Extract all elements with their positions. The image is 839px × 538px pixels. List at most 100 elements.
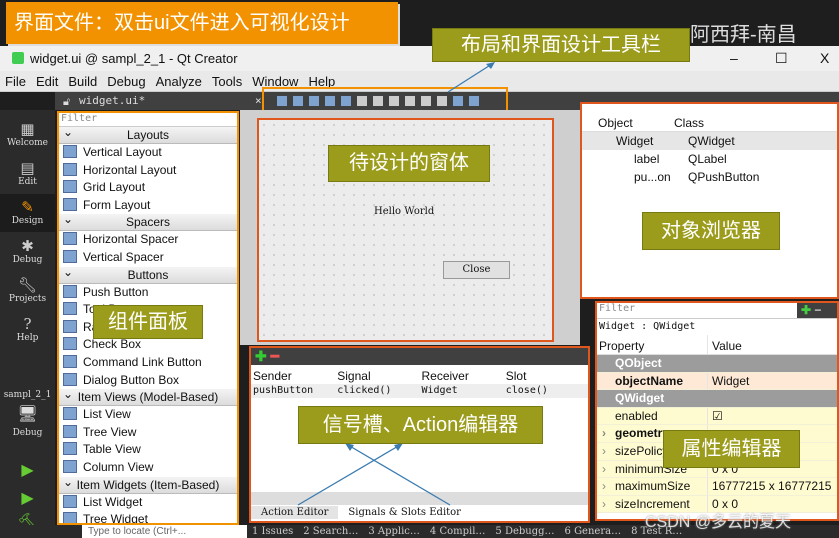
widget-icon — [63, 424, 77, 438]
grid-icon: ▦ — [20, 120, 35, 138]
widget-category-layouts[interactable]: Layouts — [59, 124, 237, 144]
expand-chevron-icon[interactable]: › — [602, 461, 606, 479]
output-pane-3-applic[interactable]: 3 Applic… — [368, 525, 420, 538]
object-row[interactable]: Widget QWidget — [582, 132, 837, 150]
widget-icon — [63, 249, 77, 263]
widget-label: Form Layout — [83, 197, 151, 212]
output-pane-5-debugg[interactable]: 5 Debugg… — [495, 525, 554, 538]
widget-icon — [63, 442, 77, 456]
sidebar-item-debug[interactable]: ✱ Debug — [0, 233, 55, 271]
output-pane-2-search[interactable]: 2 Search… — [303, 525, 358, 538]
property-group[interactable]: QObject — [597, 355, 837, 373]
expand-chevron-icon[interactable]: › — [602, 443, 606, 461]
widget-item-list-widget[interactable]: List Widget — [59, 494, 237, 512]
widget-label: List View — [83, 407, 131, 422]
kit-mode[interactable]: Debug — [0, 428, 55, 438]
annotation-toolbar: 布局和界面设计工具栏 — [432, 28, 690, 62]
annotation-banner: 界面文件：双击ui文件进入可视化设计 — [6, 2, 398, 44]
close-editor-button[interactable]: × — [255, 94, 262, 107]
widget-category-spacers[interactable]: Spacers — [59, 211, 237, 232]
connection-row[interactable]: pushButton clicked() Widget close() — [251, 384, 588, 398]
expand-chevron-icon[interactable]: › — [602, 425, 606, 443]
widget-item-push-button[interactable]: Push Button — [59, 284, 237, 302]
sidebar-item-help[interactable]: ? Help — [0, 311, 55, 349]
widget-item-dialog-button-box[interactable]: Dialog Button Box — [59, 372, 237, 390]
widget-label: Vertical Layout — [83, 145, 162, 159]
sidebar-item-projects[interactable]: 🔧︎ Projects — [0, 272, 55, 310]
property-name: objectName — [615, 373, 684, 388]
widget-item-tree-widget[interactable]: Tree Widget — [59, 511, 237, 523]
widget-item-horizontal-layout[interactable]: Horizontal Layout — [59, 162, 237, 180]
property-filter-input[interactable]: Filter — [597, 303, 797, 318]
output-pane-1-issues[interactable]: 1 Issues — [252, 525, 293, 538]
object-inspector: Object Class Widget QWidget label QLabel pu.… — [580, 102, 839, 299]
kit-project[interactable]: sampl_2_1 — [0, 390, 55, 400]
object-row[interactable]: label QLabel — [582, 150, 837, 168]
object-name: Widget — [616, 134, 654, 148]
widget-item-table-view[interactable]: Table View — [59, 441, 237, 459]
widget-icon — [63, 284, 77, 298]
widget-item-form-layout[interactable]: Form Layout — [59, 197, 237, 215]
widget-item-column-view[interactable]: Column View — [59, 459, 237, 477]
output-pane-6-genera[interactable]: 6 Genera… — [565, 525, 622, 538]
widget-item-command-link-button[interactable]: Command Link Button — [59, 354, 237, 372]
menu-debug[interactable]: Debug — [102, 71, 150, 92]
expand-chevron-icon[interactable]: › — [602, 496, 606, 514]
widget-item-vertical-spacer[interactable]: Vertical Spacer — [59, 249, 237, 267]
column-value: Value — [707, 335, 837, 354]
widget-item-horizontal-spacer[interactable]: Horizontal Spacer — [59, 231, 237, 249]
object-name: label — [634, 152, 660, 166]
property-group[interactable]: QWidget — [597, 390, 837, 408]
help-icon: ? — [23, 315, 32, 333]
property-value[interactable]: Widget — [707, 372, 837, 390]
property-row-maximumsize[interactable]: maximumSize › 16777215 x 16777215 — [597, 478, 837, 496]
mode-sidebar: ▦ Welcome ▤ Edit ✎ Design ✱ Debug 🔧︎ Projects? Hel… — [0, 110, 55, 531]
annotation-arrow — [447, 62, 495, 93]
sidebar-item-design[interactable]: ✎ Design — [0, 194, 55, 232]
property-value[interactable]: 16777215 x 16777215 — [707, 478, 837, 495]
widget-category-item-views-model-based[interactable]: Item Views (Model-Based) — [59, 386, 237, 407]
sidebar-label: Debug — [12, 255, 43, 265]
editor-tab-file[interactable]: widget.ui* — [79, 94, 145, 107]
close-button[interactable]: X — [820, 50, 829, 66]
property-row-enabled[interactable]: enabled ☑ — [597, 407, 837, 426]
annotation-object-inspector: 对象浏览器 — [642, 212, 780, 250]
menu-edit[interactable]: Edit — [31, 71, 63, 92]
menu-build[interactable]: Build — [63, 71, 102, 92]
expand-chevron-icon[interactable]: › — [602, 478, 606, 496]
sidebar-label: Design — [11, 216, 44, 226]
property-value[interactable]: ☑ — [707, 407, 837, 425]
property-row-objectname[interactable]: objectName Widget — [597, 372, 837, 391]
annotation-widget-box: 组件面板 — [93, 305, 203, 339]
menu-tools[interactable]: Tools — [207, 71, 247, 92]
widget-category-buttons[interactable]: Buttons — [59, 264, 237, 284]
menu-analyze[interactable]: Analyze — [151, 71, 207, 92]
widget-filter-input[interactable]: Filter — [59, 113, 237, 127]
minimize-button[interactable]: – — [730, 50, 738, 66]
add-connection-button[interactable]: ✚ — [255, 348, 267, 364]
close-push-button[interactable]: Close — [443, 261, 510, 279]
widget-item-grid-layout[interactable]: Grid Layout — [59, 179, 237, 197]
menu-file[interactable]: File — [0, 71, 31, 92]
widget-category-item-widgets-item-based[interactable]: Item Widgets (Item-Based) — [59, 474, 237, 494]
sidebar-label: Help — [16, 333, 39, 343]
widget-item-list-view[interactable]: List View — [59, 406, 237, 424]
widget-item-tree-view[interactable]: Tree View — [59, 424, 237, 442]
column-sender: Sender — [253, 369, 292, 383]
maximize-button[interactable]: ☐ — [775, 50, 788, 67]
hello-label[interactable]: Hello World — [374, 206, 434, 217]
run-button[interactable]: ▶ — [0, 460, 55, 479]
debug-run-button[interactable]: ▶ — [0, 488, 55, 507]
add-property-button[interactable]: ✚ − — [797, 303, 837, 318]
locator-input[interactable]: Type to locate (Ctrl+... — [82, 525, 247, 538]
property-name: maximumSize › — [597, 478, 707, 495]
monitor-icon[interactable]: 🖥︎ — [0, 404, 55, 423]
object-row[interactable]: pu...on QPushButton — [582, 168, 837, 186]
sidebar-item-welcome[interactable]: ▦ Welcome — [0, 116, 55, 154]
object-class: QPushButton — [688, 170, 760, 184]
sidebar-item-edit[interactable]: ▤ Edit — [0, 155, 55, 193]
remove-connection-button[interactable]: ━ — [271, 348, 279, 364]
output-pane-4-compil[interactable]: 4 Compil… — [430, 525, 486, 538]
pencil-icon: ✎ — [21, 198, 34, 216]
widget-item-vertical-layout[interactable]: Vertical Layout — [59, 144, 237, 162]
